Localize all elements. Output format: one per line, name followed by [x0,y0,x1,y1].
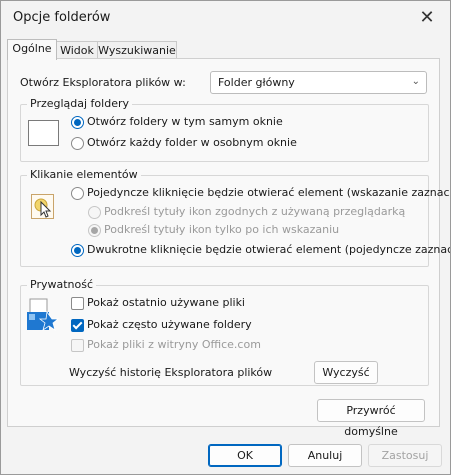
office-files-checkbox [71,339,84,352]
recent-files-checkbox[interactable] [71,297,84,310]
window-title: Opcje folderów [13,10,111,25]
single-click-radio[interactable] [71,187,84,200]
quick-access-icon [27,298,59,331]
browse-folders-title: Przeglądaj foldery [27,97,132,110]
tab-general[interactable]: Ogólne [7,39,57,60]
tab-search[interactable]: Wyszukiwanie [97,41,177,59]
tab-view[interactable]: Widok [56,41,98,59]
privacy-group: Prywatność Pokaż ostatnio używane pliki … [20,278,429,386]
restore-defaults-button[interactable]: Przywróć domyślne [317,399,425,438]
office-files-label: Pokaż pliki z witryny Office.com [87,338,261,351]
separate-window-label[interactable]: Otwórz każdy folder w osobnym oknie [87,136,297,149]
underline-hover-radio [88,224,101,237]
general-tab-panel: Otwórz Eksploratora plików w: Folder głó… [7,58,450,438]
same-window-label[interactable]: Otwórz foldery w tym samym oknie [87,115,283,128]
clear-history-label: Wyczyść historię Eksploratora plików [69,366,273,379]
close-button[interactable]: ✕ [404,1,450,35]
ok-button[interactable]: OK [208,444,282,467]
open-explorer-select[interactable]: Folder główny ⌄ [210,71,427,94]
clear-history-button[interactable]: Wyczyść [314,361,378,384]
underline-browser-radio [88,206,101,219]
folder-options-dialog: Opcje folderów ✕ Ogólne Widok Wyszukiwan… [0,0,451,475]
open-explorer-label: Otwórz Eksploratora plików w: [20,76,186,89]
cancel-button[interactable]: Anuluj [288,444,362,467]
single-click-label[interactable]: Pojedyncze kliknięcie będzie otwierać el… [87,186,450,199]
open-explorer-value: Folder główny [218,76,295,89]
underline-browser-label: Podkreśl tytuły ikon zgodnych z używaną … [104,205,406,218]
click-items-title: Klikanie elementów [27,168,141,181]
frequent-folders-label[interactable]: Pokaż często używane foldery [87,318,252,331]
browse-folders-group: Przeglądaj foldery Otwórz foldery w tym … [20,97,429,162]
recent-files-label[interactable]: Pokaż ostatnio używane pliki [87,296,245,309]
chevron-down-icon: ⌄ [411,76,420,87]
same-window-radio[interactable] [71,116,84,129]
click-items-group: Klikanie elementów Pojedyncze kliknięcie… [20,168,450,267]
underline-hover-label: Podkreśl tytuły ikon tylko po ich wskaza… [104,223,340,236]
double-click-label[interactable]: Dwukrotne kliknięcie będzie otwierać ele… [87,243,450,256]
window-icon [28,120,59,146]
apply-button: Zastosuj [368,444,442,467]
separate-window-radio[interactable] [71,137,84,150]
privacy-title: Prywatność [27,278,97,291]
click-cursor-icon [31,194,54,219]
close-icon: ✕ [419,7,435,28]
frequent-folders-checkbox[interactable] [71,319,84,332]
double-click-radio[interactable] [71,244,84,257]
title-bar: Opcje folderów ✕ [1,1,450,35]
